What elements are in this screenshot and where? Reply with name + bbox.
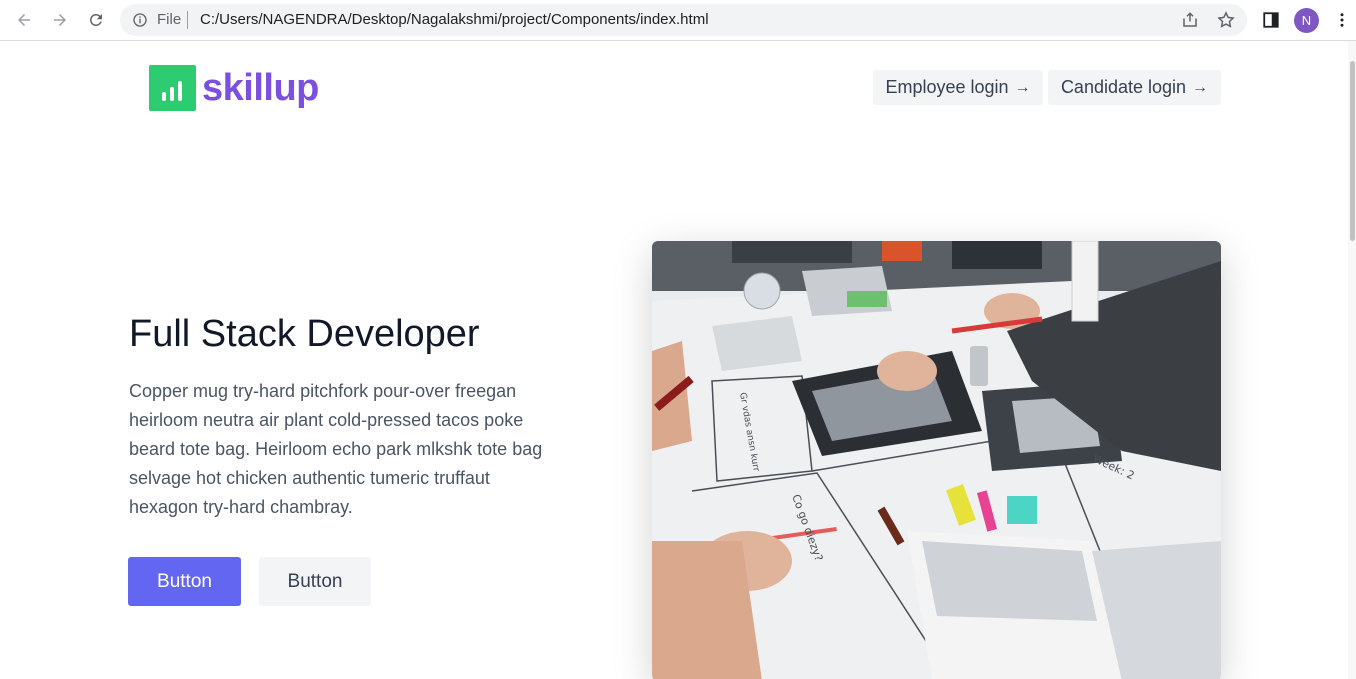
bookmark-star-icon[interactable]	[1216, 10, 1236, 30]
share-icon[interactable]	[1181, 11, 1199, 29]
back-button[interactable]	[10, 6, 38, 34]
logo-wordmark: skillup	[202, 67, 319, 109]
vertical-scrollbar[interactable]	[1348, 41, 1356, 679]
arrow-right-icon: →	[1192, 78, 1209, 96]
forward-button[interactable]	[46, 6, 74, 34]
scheme-label: File	[157, 11, 182, 28]
primary-button[interactable]: Button	[128, 557, 241, 606]
info-icon[interactable]	[132, 12, 148, 28]
profile-avatar[interactable]: N	[1294, 8, 1319, 33]
hero-title: Full Stack Developer	[129, 313, 480, 355]
secondary-button[interactable]: Button	[259, 557, 371, 606]
employee-login-button[interactable]: Employee login →	[873, 70, 1043, 105]
more-menu-icon[interactable]	[1333, 10, 1351, 30]
candidate-login-button[interactable]: Candidate login →	[1048, 70, 1221, 105]
page-viewport: skillup Employee login → Candidate login…	[0, 41, 1341, 679]
url-text[interactable]: C:/Users/NAGENDRA/Desktop/Nagalakshmi/pr…	[200, 11, 709, 28]
arrow-left-icon	[18, 14, 30, 26]
scrollbar-thumb[interactable]	[1350, 61, 1355, 241]
logo-chart-icon	[149, 65, 196, 111]
hero-photo: Co go diezy? Week: 2 Gr vdas ansn kurr	[652, 241, 1221, 679]
arrow-right-icon: →	[1014, 78, 1031, 96]
browser-toolbar: File C:/Users/NAGENDRA/Desktop/Nagalaksh…	[0, 0, 1356, 41]
arrow-right-icon	[54, 14, 66, 26]
hero-description: Copper mug try-hard pitchfork pour-over …	[129, 381, 543, 517]
omnibox-divider	[187, 11, 188, 29]
side-panel-icon[interactable]	[1262, 11, 1280, 29]
address-bar[interactable]: File C:/Users/NAGENDRA/Desktop/Nagalaksh…	[120, 4, 1247, 36]
candidate-login-label: Candidate login	[1060, 77, 1187, 97]
employee-login-label: Employee login	[885, 77, 1009, 97]
site-logo[interactable]: skillup	[149, 65, 319, 111]
reload-icon	[89, 13, 102, 26]
reload-button[interactable]	[82, 6, 110, 34]
